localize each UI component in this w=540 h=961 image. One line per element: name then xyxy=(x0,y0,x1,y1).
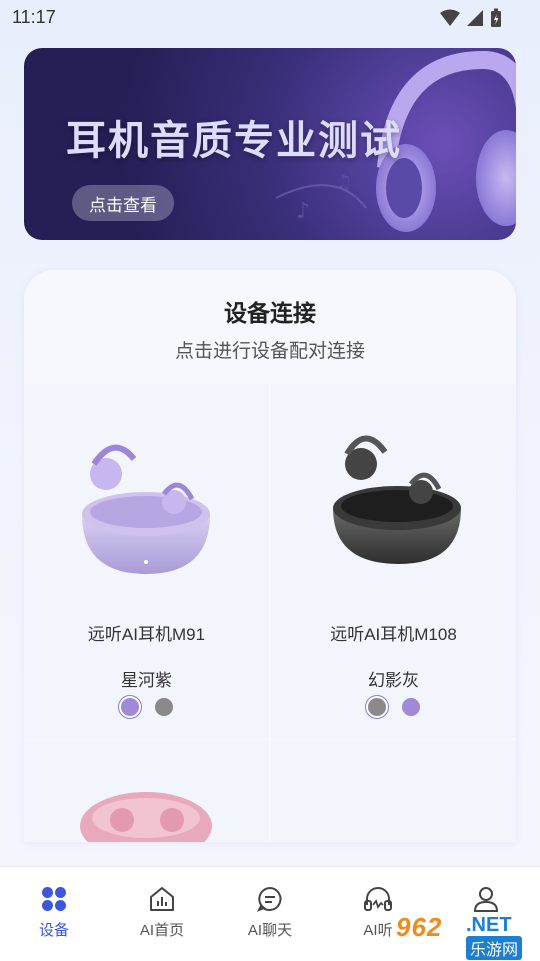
battery-icon xyxy=(491,8,501,27)
watermark-net: .NET xyxy=(466,914,512,936)
swatch-gray[interactable] xyxy=(154,698,173,716)
site-watermark: 962 .NET 乐游网 xyxy=(396,912,534,960)
color-swatches xyxy=(24,698,269,716)
svg-text:♪: ♪ xyxy=(296,199,310,224)
product-card-empty xyxy=(271,740,516,842)
section-title: 设备连接 xyxy=(224,300,316,326)
tab-label: AI聊天 xyxy=(247,922,293,939)
product-card-m108[interactable]: 远听AI耳机M108 幻影灰 xyxy=(271,384,516,738)
product-card-m91[interactable]: 远听AI耳机M91 星河紫 xyxy=(24,384,269,738)
status-time: 11:17 xyxy=(12,7,56,27)
swatch-purple[interactable] xyxy=(401,698,420,716)
tab-label: 设备 xyxy=(38,922,69,939)
four-dots-icon xyxy=(42,887,66,911)
color-name: 星河紫 xyxy=(121,671,172,690)
chat-bubble-icon xyxy=(256,886,282,912)
earbuds-gray-image xyxy=(333,435,461,564)
view-button[interactable]: 点击查看 xyxy=(72,185,174,221)
user-icon xyxy=(473,887,499,912)
tab-ai-home[interactable]: AI首页 xyxy=(108,867,216,961)
tab-label: AI首页 xyxy=(139,922,185,939)
tab-ai-chat[interactable]: AI聊天 xyxy=(216,867,324,961)
headphones-icon xyxy=(364,887,392,911)
home-chart-icon xyxy=(150,887,174,911)
svg-text:♫: ♫ xyxy=(336,172,352,193)
swatch-gray[interactable] xyxy=(367,698,386,716)
device-connection-card: 设备连接 点击进行设备配对连接 远听AI耳机M91 星河紫 远听AI耳机M108… xyxy=(24,270,516,842)
earbuds-purple-image xyxy=(82,444,210,574)
color-name: 幻影灰 xyxy=(368,671,419,690)
promo-banner[interactable]: ♪ ♫ 耳机音质专业测试 点击查看 xyxy=(24,48,516,240)
wifi-icon xyxy=(440,9,460,26)
color-swatches xyxy=(271,698,516,716)
earbuds-pink-image xyxy=(80,792,212,842)
product-card-pink[interactable] xyxy=(24,740,269,842)
tab-devices[interactable]: 设备 xyxy=(0,867,108,961)
banner-title: 耳机音质专业测试 xyxy=(66,119,402,163)
status-icons xyxy=(440,8,502,28)
status-bar: 11:17 xyxy=(0,0,540,36)
signal-icon xyxy=(467,10,483,26)
watermark-number: 962 xyxy=(396,912,443,942)
section-subtitle: 点击进行设备配对连接 xyxy=(174,341,365,362)
product-name: 远听AI耳机M108 xyxy=(330,625,457,644)
product-name: 远听AI耳机M91 xyxy=(87,625,206,644)
watermark-cn: 乐游网 xyxy=(466,936,523,960)
tab-label: AI听 xyxy=(363,922,393,939)
swatch-purple[interactable] xyxy=(120,698,139,716)
